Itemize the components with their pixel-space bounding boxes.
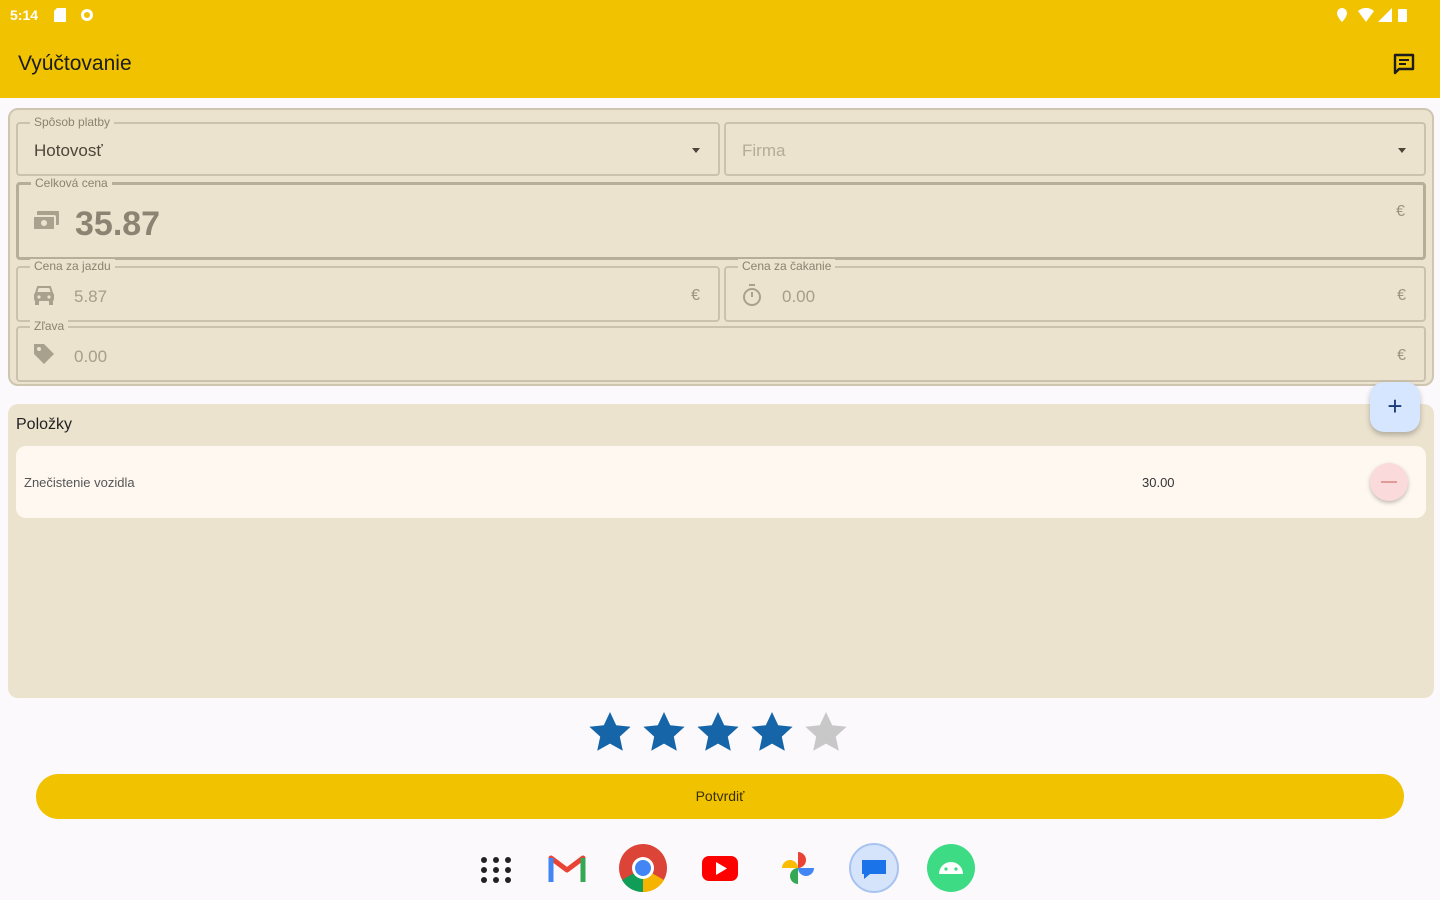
chrome-icon[interactable]	[617, 842, 669, 894]
star-filled-icon[interactable]	[586, 708, 634, 756]
payment-method-value: Hotovosť	[34, 141, 103, 160]
item-price: 30.00	[1142, 475, 1175, 490]
chat-icon[interactable]	[1392, 52, 1416, 76]
ride-price-field[interactable]: Cena za jazdu 5.87 €	[16, 259, 720, 322]
android-icon[interactable]	[925, 842, 977, 894]
app-bar: Vyúčtovanie	[0, 30, 1440, 98]
items-card: Položky Znečistenie vozidla 30.00	[8, 404, 1434, 698]
status-bar: 5:14	[0, 0, 1440, 30]
chevron-down-icon	[692, 148, 700, 153]
waiting-price-field[interactable]: Cena za čakanie 0.00 €	[724, 259, 1426, 322]
page-title: Vyúčtovanie	[18, 52, 132, 75]
remove-item-button[interactable]	[1370, 463, 1408, 501]
apps-grid-icon[interactable]	[470, 842, 522, 894]
add-item-button[interactable]: +	[1370, 382, 1420, 432]
billing-form: Spôsob platby Hotovosť Firma Celková cen…	[8, 108, 1434, 386]
total-price-currency: €	[1396, 203, 1405, 220]
star-filled-icon[interactable]	[748, 708, 796, 756]
list-item: Znečistenie vozidla 30.00	[16, 446, 1426, 518]
star-empty-icon[interactable]	[802, 708, 850, 756]
status-time: 5:14	[10, 7, 39, 23]
youtube-icon[interactable]	[694, 842, 746, 894]
rating-bar[interactable]	[586, 708, 856, 758]
ride-price-value: 5.87	[74, 287, 108, 306]
chevron-down-icon	[1398, 148, 1406, 153]
company-placeholder: Firma	[742, 141, 786, 160]
cash-icon	[33, 211, 59, 231]
sd-card-icon	[54, 8, 66, 22]
timer-icon	[743, 284, 761, 306]
wifi-icon	[1358, 8, 1374, 22]
sync-icon	[81, 9, 93, 21]
star-filled-icon[interactable]	[640, 708, 688, 756]
location-icon	[1337, 8, 1347, 22]
cellular-icon	[1378, 8, 1392, 22]
total-price-value: 35.87	[75, 205, 161, 243]
items-title: Položky	[16, 416, 73, 433]
payment-method-label: Spôsob platby	[30, 115, 115, 129]
waiting-price-value: 0.00	[782, 287, 816, 306]
waiting-price-label: Cena za čakanie	[738, 259, 836, 273]
ride-price-currency: €	[691, 287, 700, 304]
app-dock	[0, 834, 1440, 900]
confirm-button[interactable]: Potvrdiť	[36, 774, 1404, 819]
company-select[interactable]: Firma	[724, 122, 1426, 176]
photos-icon[interactable]	[772, 842, 824, 894]
tag-icon	[34, 344, 54, 364]
gmail-icon[interactable]	[541, 842, 593, 894]
total-price-label: Celková cena	[31, 176, 112, 190]
ride-price-label: Cena za jazdu	[30, 259, 115, 273]
discount-value: 0.00	[74, 347, 108, 366]
discount-label: Zľava	[30, 319, 69, 333]
total-price-field[interactable]: Celková cena 35.87 €	[16, 176, 1426, 260]
item-name: Znečistenie vozidla	[24, 475, 135, 490]
payment-method-select[interactable]: Spôsob platby Hotovosť	[16, 115, 720, 176]
star-filled-icon[interactable]	[694, 708, 742, 756]
discount-currency: €	[1397, 347, 1406, 364]
waiting-price-currency: €	[1397, 287, 1406, 304]
messages-icon[interactable]	[848, 842, 900, 894]
car-icon	[34, 286, 54, 305]
battery-icon	[1398, 9, 1407, 22]
discount-field[interactable]: Zľava 0.00 €	[16, 319, 1426, 382]
